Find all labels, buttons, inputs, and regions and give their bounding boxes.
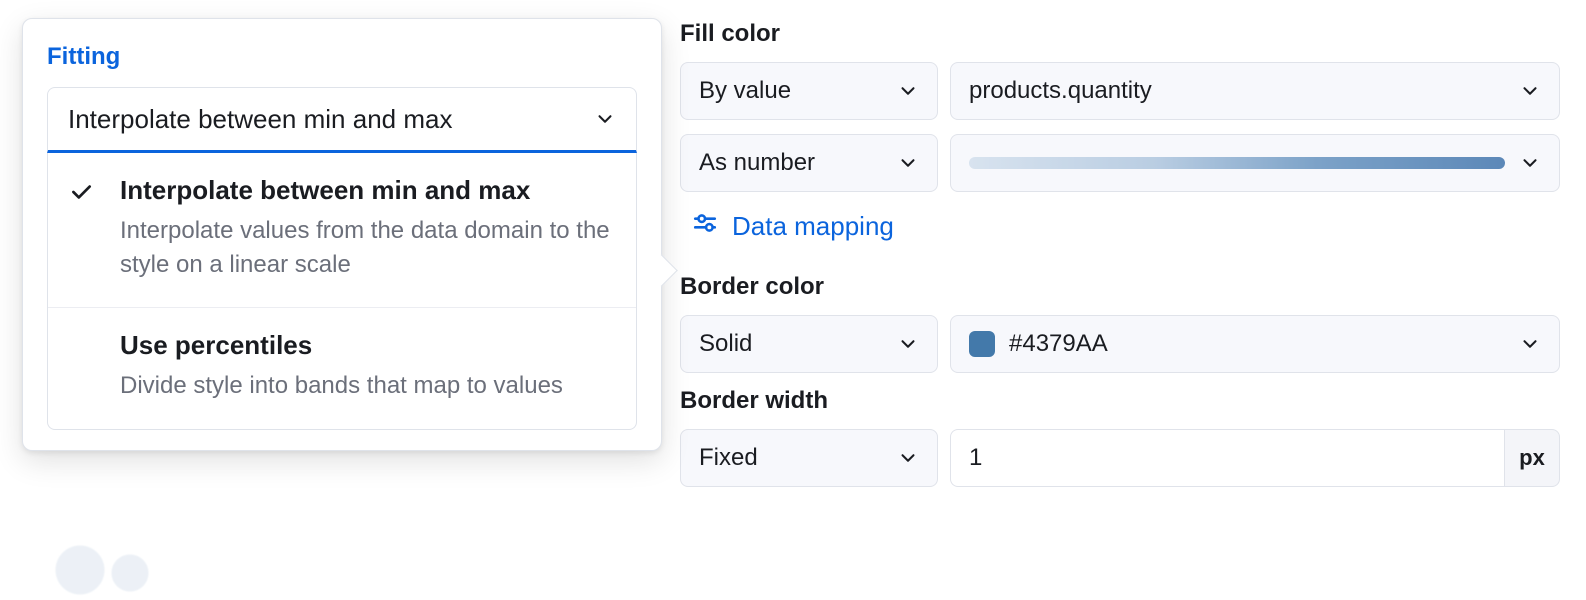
border-width-mode-select[interactable]: Fixed [680, 429, 938, 487]
fitting-select[interactable]: Interpolate between min and max [47, 87, 637, 153]
background-map-fragment [0, 540, 200, 600]
border-width-input-group: px [950, 429, 1560, 487]
border-width-row: Fixed px [680, 429, 1560, 487]
fitting-select-value: Interpolate between min and max [68, 104, 452, 135]
border-width-unit: px [1504, 429, 1560, 487]
chevron-down-icon [897, 333, 919, 355]
fill-color-row-1: By value products.quantity [680, 62, 1560, 120]
check-icon [68, 192, 94, 209]
option-title: Use percentiles [120, 330, 616, 361]
border-color-mode-value: Solid [699, 330, 752, 358]
fill-color-field-value: products.quantity [969, 77, 1152, 105]
color-swatch [969, 331, 995, 357]
data-mapping-label: Data mapping [732, 211, 894, 242]
option-title: Interpolate between min and max [120, 175, 616, 206]
fill-color-row-2: As number [680, 134, 1560, 192]
chevron-down-icon [1519, 333, 1541, 355]
fitting-option-interpolate[interactable]: Interpolate between min and max Interpol… [48, 153, 636, 307]
fill-color-mode-select[interactable]: By value [680, 62, 938, 120]
option-desc: Divide style into bands that map to valu… [120, 369, 616, 403]
fitting-popover: Fitting Interpolate between min and max … [22, 18, 662, 451]
chevron-down-icon [594, 108, 616, 130]
chevron-down-icon [897, 447, 919, 469]
data-mapping-link[interactable]: Data mapping [692, 210, 1560, 243]
border-width-mode-value: Fixed [699, 444, 758, 472]
sliders-icon [692, 210, 718, 243]
option-desc: Interpolate values from the data domain … [120, 214, 616, 281]
fitting-title: Fitting [23, 43, 661, 87]
fill-color-scale-value: As number [699, 149, 815, 177]
fill-color-mode-value: By value [699, 77, 791, 105]
chevron-down-icon [1519, 80, 1541, 102]
fill-color-field-select[interactable]: products.quantity [950, 62, 1560, 120]
border-color-row: Solid #4379AA [680, 315, 1560, 373]
border-width-input[interactable] [950, 429, 1504, 487]
border-color-mode-select[interactable]: Solid [680, 315, 938, 373]
fill-color-ramp-select[interactable] [950, 134, 1560, 192]
fitting-option-percentiles[interactable]: Use percentiles Divide style into bands … [48, 307, 636, 429]
border-width-label: Border width [680, 387, 1560, 415]
fill-color-label: Fill color [680, 20, 1560, 48]
border-color-display: #4379AA [969, 330, 1108, 358]
style-settings-panel: Fill color By value products.quantity As… [680, 20, 1560, 501]
chevron-down-icon [897, 152, 919, 174]
color-ramp-preview [969, 157, 1505, 169]
border-color-label: Border color [680, 273, 1560, 301]
border-color-value-select[interactable]: #4379AA [950, 315, 1560, 373]
border-color-hex: #4379AA [1009, 330, 1108, 358]
chevron-down-icon [1519, 152, 1541, 174]
fitting-options-list: Interpolate between min and max Interpol… [47, 153, 637, 430]
chevron-down-icon [897, 80, 919, 102]
fill-color-scale-select[interactable]: As number [680, 134, 938, 192]
